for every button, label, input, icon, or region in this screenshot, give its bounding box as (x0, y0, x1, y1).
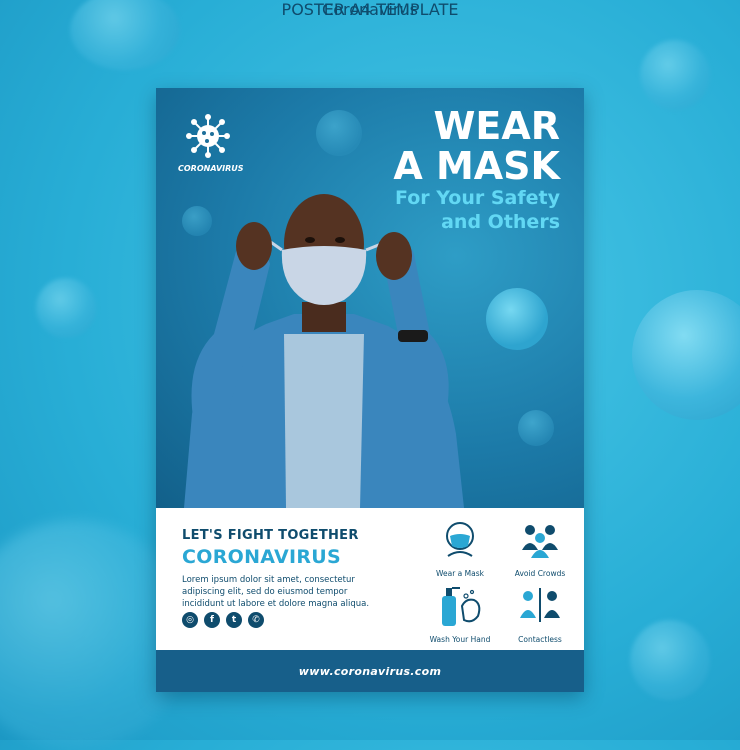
background-virus (630, 620, 710, 700)
tip-wash-hand: Wash Your Hand (420, 584, 500, 644)
poster-footer: www.coronavirus.com (156, 650, 584, 692)
hand-wash-icon (442, 587, 481, 626)
tip-label: Wash Your Hand (429, 635, 491, 644)
prevention-tips: Wear a Mask Avoid Crowds Wash Your Hand … (420, 520, 580, 650)
kicker-text: LET'S FIGHT TOGETHER (182, 528, 359, 543)
person-wearing-mask-image (184, 194, 464, 508)
logo-label: CORONAVIRUS (178, 164, 244, 173)
facebook-icon[interactable]: f (204, 612, 220, 628)
virus-decoration (316, 110, 362, 156)
virus-decoration (518, 410, 554, 446)
coronavirus-logo: CORONAVIRUS (178, 114, 244, 173)
kicker-big-text: CORONAVIRUS (182, 546, 342, 568)
poster: CORONAVIRUS WEAR A MASK For Your Safety … (156, 88, 584, 692)
instagram-icon[interactable]: ◎ (182, 612, 198, 628)
virus-decoration (486, 288, 548, 350)
poster-photo: CORONAVIRUS WEAR A MASK For Your Safety … (156, 88, 584, 508)
virus-logo-icon (186, 114, 230, 158)
contactless-icon (520, 588, 560, 622)
social-links: ◎ f t ✆ (182, 612, 264, 628)
tip-label: Avoid Crowds (514, 569, 566, 578)
page-subtitle: Coronavirus (322, 0, 418, 19)
body-text: Lorem ipsum dolor sit amet, consectetur … (182, 575, 370, 609)
headline-line1: WEAR (433, 104, 560, 148)
background-virus (632, 290, 740, 420)
website-link[interactable]: www.coronavirus.com (299, 665, 441, 678)
twitter-icon[interactable]: t (226, 612, 242, 628)
tip-contactless: Contactless (500, 584, 580, 644)
background-virus (640, 40, 710, 110)
headline-line2: A MASK (393, 144, 560, 188)
whatsapp-icon[interactable]: ✆ (248, 612, 264, 628)
tip-wear-mask: Wear a Mask (420, 520, 500, 578)
tip-label: Contactless (518, 635, 562, 644)
info-panel: LET'S FIGHT TOGETHER CORONAVIRUS Lorem i… (156, 508, 584, 650)
crowd-icon (522, 525, 558, 558)
tip-label: Wear a Mask (436, 569, 484, 578)
mask-icon (446, 522, 474, 557)
tip-avoid-crowds: Avoid Crowds (500, 520, 580, 578)
background-virus (36, 278, 96, 338)
